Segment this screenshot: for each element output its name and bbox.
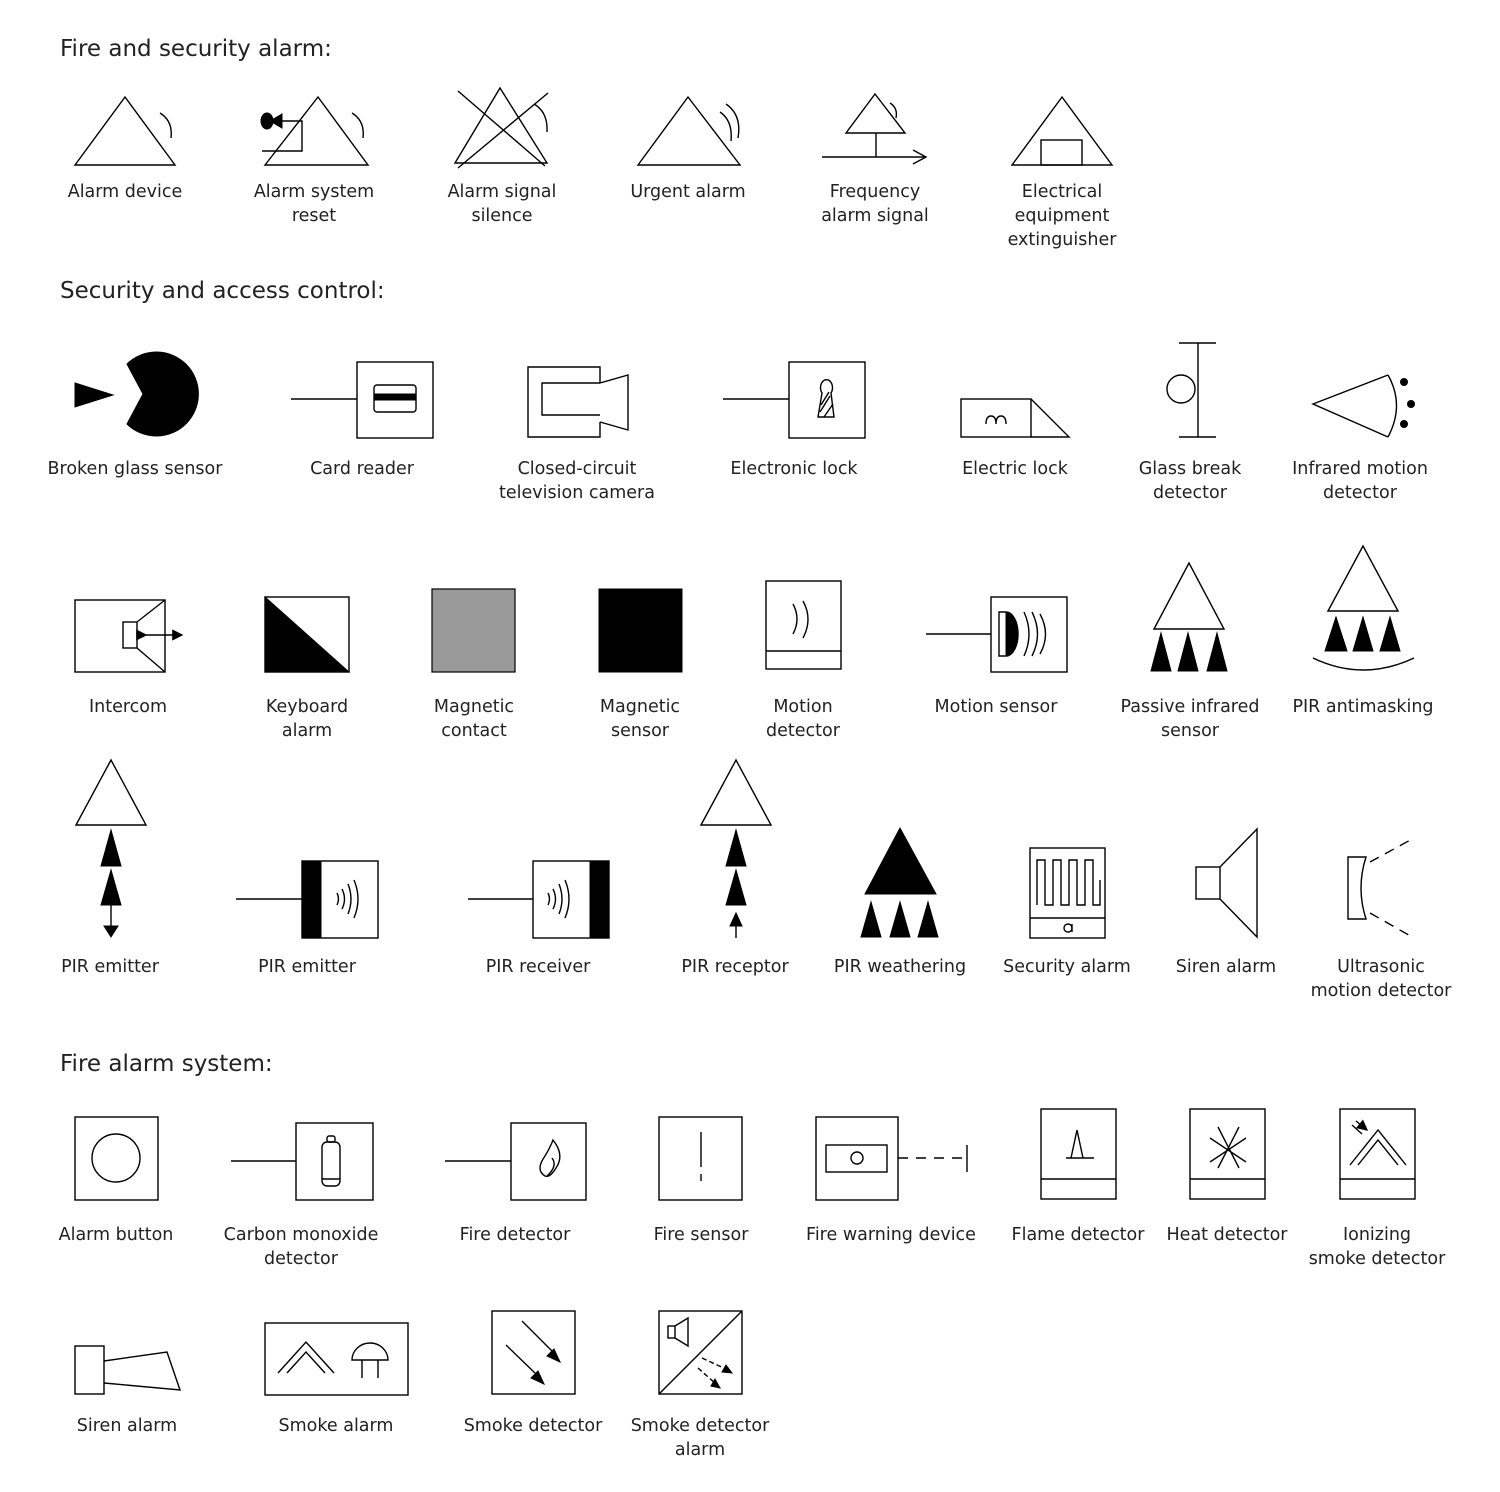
motion-detector-icon [765,580,842,670]
pir-weathering-icon [860,826,939,938]
frequency-alarm-signal-icon [822,92,928,165]
keyboard-alarm-icon [264,595,351,673]
carbon-monoxide-detector-icon [231,1122,374,1201]
fire-warning-device-icon [815,1116,968,1201]
label-electronic-lock: Electronic lock [730,459,858,479]
ultrasonic-motion-detector-icon [1347,837,1415,939]
label-siren-alarm-horn: Siren alarm [76,1416,178,1436]
card-reader-icon [291,361,434,439]
alarm-signal-silence-icon [453,86,549,169]
siren-alarm-horn-icon [74,1345,182,1395]
motion-sensor-icon [926,596,1068,673]
label-ionizing-smoke-detector: Ionizing smoke detector [1308,1225,1446,1269]
pir-receptor-icon [699,758,773,938]
intercom-icon [74,599,184,673]
label-ultrasonic-motion-detector: Ultrasonic motion detector [1310,957,1452,1001]
heat-detector-icon [1189,1108,1266,1200]
alarm-device-icon [73,95,177,166]
label-pir-emitter-box: PIR emitter [258,957,356,977]
magnetic-contact-icon [431,588,516,673]
label-carbon-monoxide-detector: Carbon monoxide detector [223,1225,379,1269]
pir-emitter-triangle-icon [74,758,148,938]
label-broken-glass-sensor: Broken glass sensor [47,459,223,479]
infrared-motion-detector-icon [1311,374,1415,438]
broken-glass-sensor-icon [74,351,199,437]
label-infrared-motion-detector: Infrared motion detector [1292,459,1428,503]
symbol-sheet: Fire and security alarm: Security and ac… [0,0,1500,1492]
pir-emitter-box-icon [236,860,379,939]
fire-detector-icon [445,1122,587,1201]
flame-detector-icon [1040,1108,1117,1200]
pir-antimasking-icon [1312,544,1415,671]
label-smoke-detector-alarm: Smoke detector alarm [630,1416,770,1460]
alarm-button-icon [74,1116,159,1201]
label-pir-antimasking: PIR antimasking [1292,697,1434,717]
siren-alarm-icon [1195,827,1258,939]
ionizing-smoke-detector-icon [1339,1108,1416,1200]
electric-lock-icon [960,398,1071,438]
smoke-alarm-icon [264,1322,409,1396]
label-electrical-equipment-extinguisher: Electrical equipment extinguisher [1007,182,1117,250]
glass-break-detector-icon [1166,342,1216,438]
label-card-reader: Card reader [310,459,414,479]
urgent-alarm-icon [636,95,742,166]
magnetic-sensor-icon [598,588,683,673]
security-alarm-icon [1029,847,1106,939]
smoke-detector-icon [491,1310,576,1395]
smoke-detector-alarm-icon [658,1310,743,1395]
label-cctv-camera: Closed-circuit television camera [499,459,655,503]
fire-sensor-icon [658,1116,743,1201]
cctv-camera-icon [527,366,629,438]
pir-receiver-icon [468,860,610,939]
electronic-lock-icon [723,361,866,439]
passive-infrared-sensor-icon [1150,561,1228,672]
electrical-equipment-extinguisher-icon [1010,95,1114,166]
alarm-system-reset-icon [260,95,370,166]
